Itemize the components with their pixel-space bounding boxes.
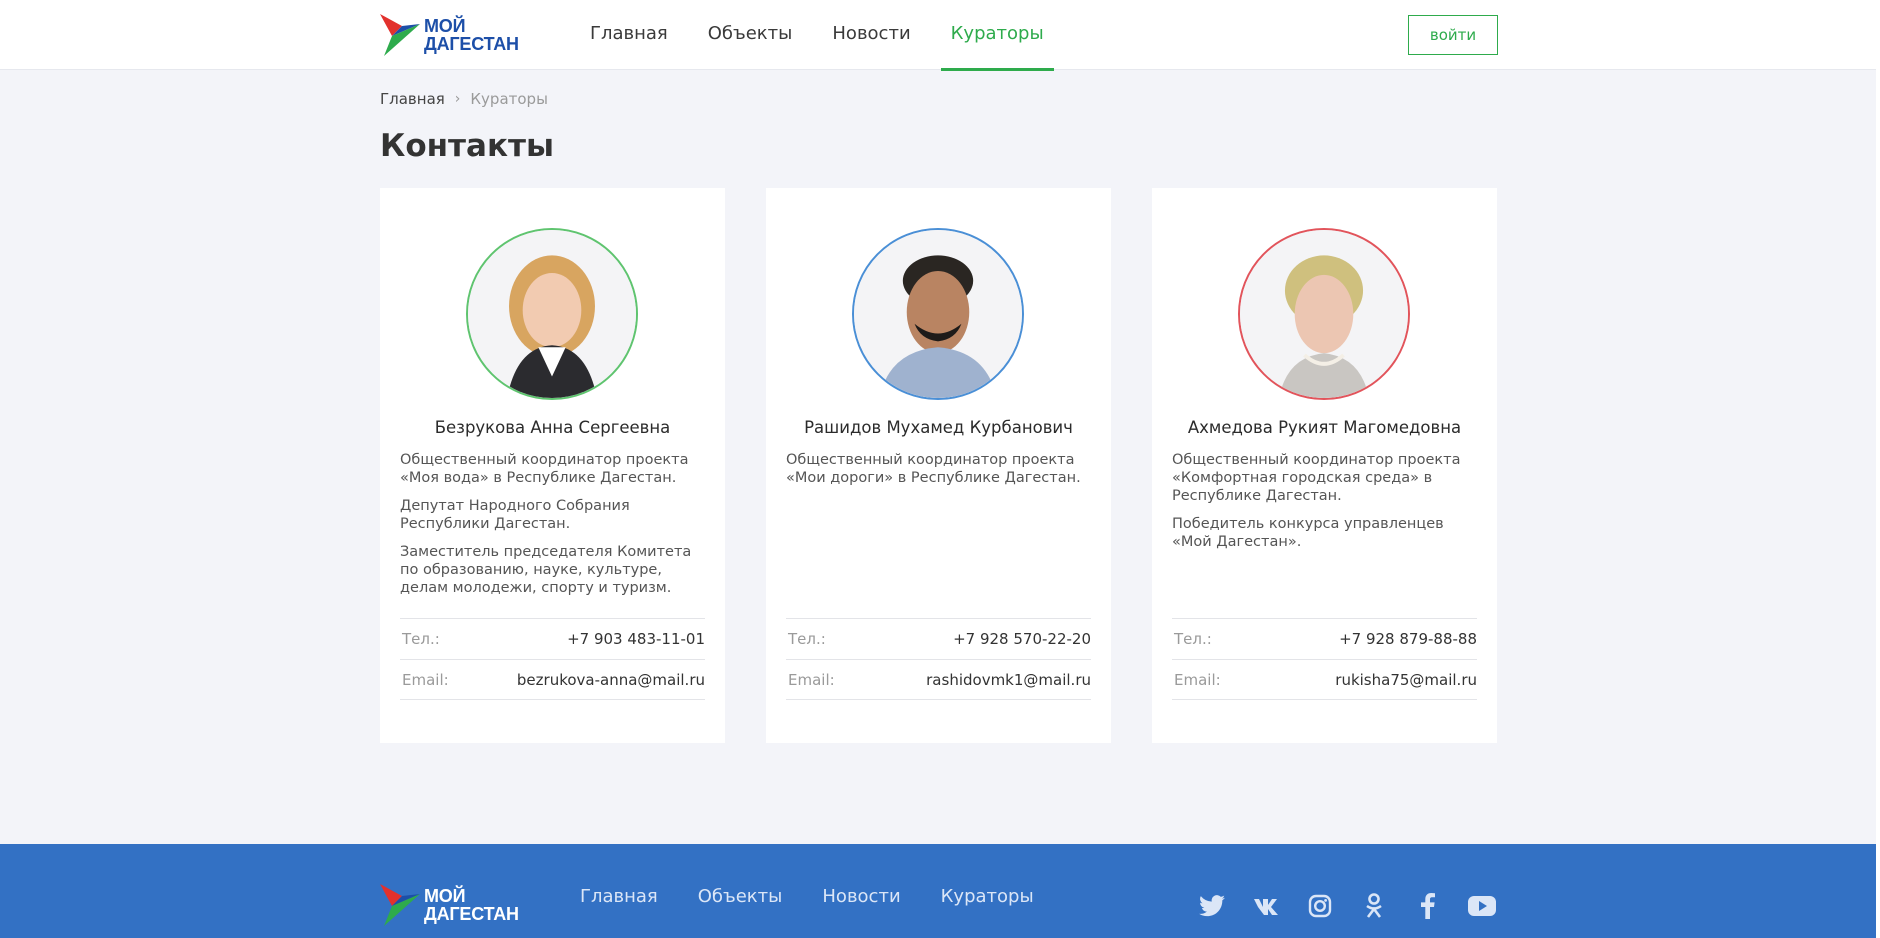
person-photo-icon <box>1240 230 1408 398</box>
main-nav: Главная Объекты Новости Кураторы <box>590 0 1084 71</box>
email-link[interactable]: rashidovmk1@mail.ru <box>926 671 1091 689</box>
curator-card: Рашидов Мухамед Курбанович Общественный … <box>766 188 1111 743</box>
vk-icon[interactable] <box>1252 892 1280 920</box>
footer-nav-objects[interactable]: Объекты <box>698 886 783 907</box>
nav-item-home[interactable]: Главная <box>590 0 668 70</box>
footer-nav-home[interactable]: Главная <box>580 886 658 907</box>
site-footer: МОЙ ДАГЕСТАН Главная Объекты Новости Кур… <box>0 844 1876 938</box>
email-row: Email: bezrukova-anna@mail.ru <box>400 659 705 700</box>
avatar <box>1238 228 1410 400</box>
person-photo-icon <box>854 230 1022 398</box>
logo-text: МОЙ ДАГЕСТАН <box>424 16 519 54</box>
footer-nav: Главная Объекты Новости Кураторы <box>580 886 1074 907</box>
curator-name: Ахмедова Рукият Магомедовна <box>1187 418 1462 437</box>
curator-description: Общественный координатор проекта «Комфор… <box>1172 452 1461 550</box>
page-title: Контакты <box>380 128 554 164</box>
phone-row: Тел.: +7 928 879-88-88 <box>1172 618 1477 659</box>
avatar <box>466 228 638 400</box>
footer-nav-curators[interactable]: Кураторы <box>941 886 1034 907</box>
nav-item-curators[interactable]: Кураторы <box>940 0 1054 71</box>
breadcrumb-home-link[interactable]: Главная <box>380 90 445 108</box>
person-photo-icon <box>468 230 636 398</box>
breadcrumb: Главная › Кураторы <box>380 90 548 108</box>
email-row: Email: rukisha75@mail.ru <box>1172 659 1477 700</box>
login-button[interactable]: войти <box>1408 15 1498 55</box>
youtube-icon[interactable] <box>1468 892 1496 920</box>
breadcrumb-current: Кураторы <box>470 90 548 108</box>
email-row: Email: rashidovmk1@mail.ru <box>786 659 1091 700</box>
logo-icon <box>380 14 420 56</box>
logo-icon <box>380 884 420 926</box>
facebook-icon[interactable] <box>1414 892 1442 920</box>
nav-item-news[interactable]: Новости <box>832 0 910 70</box>
phone-link[interactable]: +7 903 483-11-01 <box>567 630 705 648</box>
odnoklassniki-icon[interactable] <box>1360 892 1388 920</box>
site-header: МОЙ ДАГЕСТАН Главная Объекты Новости Кур… <box>0 0 1876 71</box>
page: МОЙ ДАГЕСТАН Главная Объекты Новости Кур… <box>0 0 1876 938</box>
phone-link[interactable]: +7 928 879-88-88 <box>1339 630 1477 648</box>
phone-row: Тел.: +7 928 570-22-20 <box>786 618 1091 659</box>
social-links <box>1198 892 1522 920</box>
curator-description: Общественный координатор проекта «Мои до… <box>786 452 1081 486</box>
email-link[interactable]: bezrukova-anna@mail.ru <box>517 671 705 689</box>
phone-row: Тел.: +7 903 483-11-01 <box>400 618 705 659</box>
twitter-icon[interactable] <box>1198 892 1226 920</box>
scrollbar-gutter <box>1876 0 1880 938</box>
contacts-list: Тел.: +7 903 483-11-01 Email: bezrukova-… <box>400 618 705 700</box>
contacts-list: Тел.: +7 928 570-22-20 Email: rashidovmk… <box>786 618 1091 700</box>
avatar <box>852 228 1024 400</box>
curator-card: Безрукова Анна Сергеевна Общественный ко… <box>380 188 725 743</box>
curator-name: Рашидов Мухамед Курбанович <box>804 418 1073 437</box>
instagram-icon[interactable] <box>1306 892 1334 920</box>
curator-name: Безрукова Анна Сергеевна <box>434 418 671 437</box>
chevron-right-icon: › <box>454 91 461 107</box>
footer-logo[interactable]: МОЙ ДАГЕСТАН <box>380 884 519 926</box>
nav-item-objects[interactable]: Объекты <box>708 0 793 70</box>
curator-description: Общественный координатор проекта «Моя во… <box>400 452 692 596</box>
header-logo[interactable]: МОЙ ДАГЕСТАН <box>380 14 519 56</box>
contacts-list: Тел.: +7 928 879-88-88 Email: rukisha75@… <box>1172 618 1477 700</box>
curator-card: Ахмедова Рукият Магомедовна Общественный… <box>1152 188 1497 743</box>
logo-text: МОЙ ДАГЕСТАН <box>424 886 519 924</box>
email-link[interactable]: rukisha75@mail.ru <box>1335 671 1477 689</box>
phone-link[interactable]: +7 928 570-22-20 <box>953 630 1091 648</box>
footer-nav-news[interactable]: Новости <box>822 886 900 907</box>
